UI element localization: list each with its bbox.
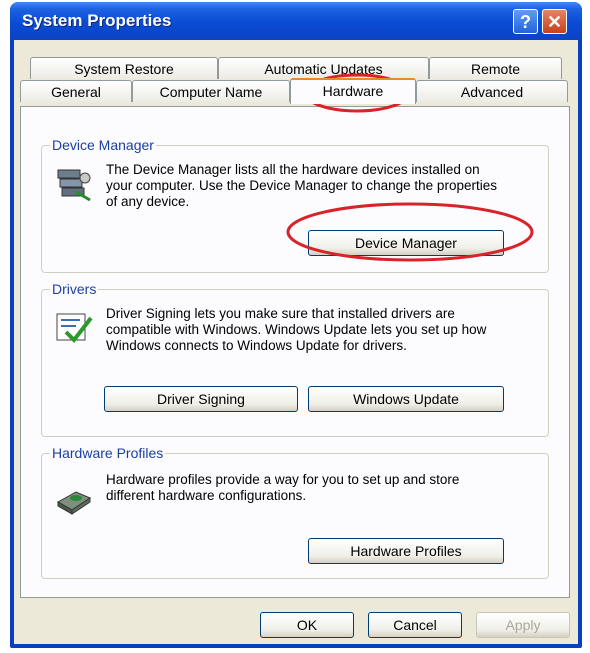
tab-hardware[interactable]: Hardware [290,78,416,104]
device-manager-highlight-circle [286,202,534,262]
